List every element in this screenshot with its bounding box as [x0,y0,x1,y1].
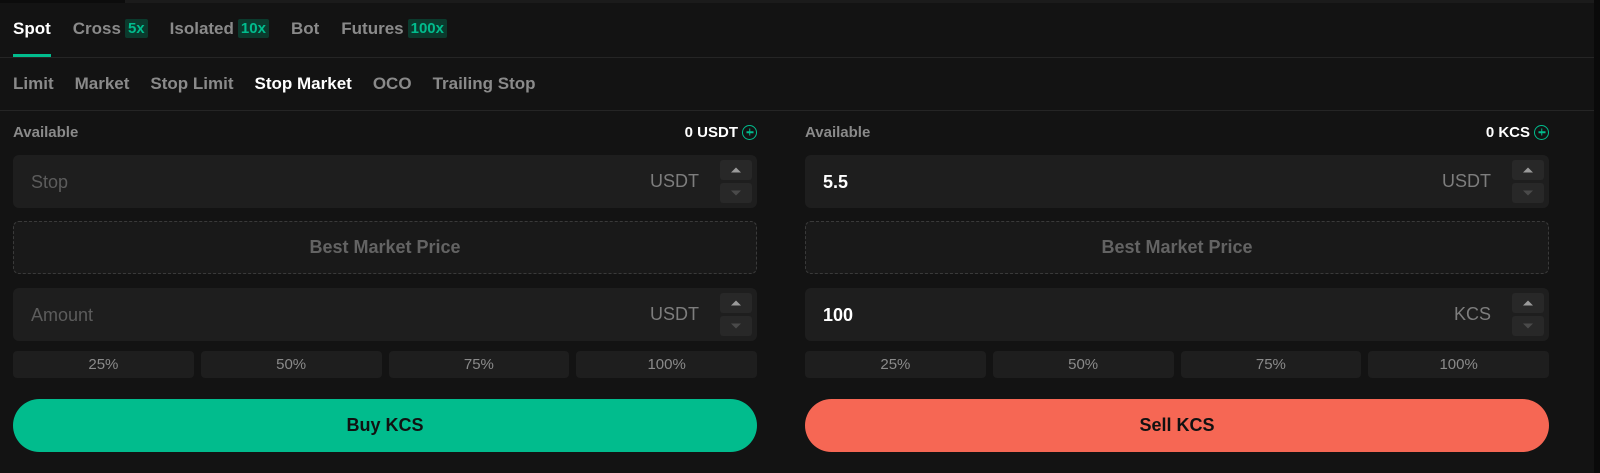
tab-cross[interactable]: Cross 5x [73,0,148,57]
amount-unit: USDT [650,304,699,324]
percent-75-button[interactable]: 75% [388,351,570,378]
amount-unit: KCS [1453,304,1491,324]
tab-label: Futures [341,18,404,38]
increment-icon[interactable] [720,160,752,180]
leverage-badge: 100x [407,19,447,38]
tab-label: Spot [13,18,51,38]
best-market-price: Best Market Price [805,221,1549,274]
available-value: 0 KCS [1485,123,1530,141]
percent-100-button[interactable]: 100% [1368,351,1549,378]
amount-stepper [720,293,752,336]
stop-unit: USDT [1442,171,1491,191]
deposit-plus-icon[interactable] [742,124,757,140]
stop-stepper [1512,160,1544,203]
percent-25-button[interactable]: 25% [805,351,986,378]
tab-label: Cross [72,18,121,38]
order-tab-market[interactable]: Market [75,74,130,94]
tab-spot[interactable]: Spot [13,0,51,57]
deposit-plus-icon[interactable] [1534,124,1549,140]
scrollbar-track[interactable] [1594,0,1600,473]
stop-unit: USDT [650,171,699,191]
increment-icon[interactable] [720,293,752,313]
available-label: Available [805,123,871,141]
order-tab-stop-market[interactable]: Stop Market [255,74,352,94]
decrement-icon[interactable] [720,316,752,336]
leverage-badge: 5x [124,19,148,38]
tab-futures[interactable]: Futures 100x [341,0,447,57]
amount-stepper [1512,293,1544,336]
buy-form: Available 0 USDT USDT Best Market Price … [13,110,757,473]
amount-input[interactable] [29,288,593,343]
available-row: Available 0 USDT [13,122,757,142]
available-balance: 0 KCS [1486,124,1549,141]
percent-75-button[interactable]: 75% [1180,351,1362,378]
percent-100-button[interactable]: 100% [576,351,757,378]
tab-label: Bot [290,18,320,38]
decrement-icon[interactable] [1512,183,1544,203]
trade-panel: Spot Cross 5x Isolated 10x Bot Futures 1… [0,0,1594,473]
tab-bot[interactable]: Bot [291,0,319,57]
stop-price-field: USDT [13,155,757,210]
amount-field: USDT [13,288,757,343]
increment-icon[interactable] [1512,160,1544,180]
amount-input[interactable] [821,288,1385,343]
percentage-buttons: 25% 50% 75% 100% [805,351,1549,378]
tab-label: Isolated [169,18,234,38]
decrement-icon[interactable] [720,183,752,203]
order-tab-limit[interactable]: Limit [13,74,54,94]
buy-button[interactable]: Buy KCS [13,399,757,452]
best-market-price: Best Market Price [13,221,757,274]
stop-stepper [720,160,752,203]
order-tab-stop-limit[interactable]: Stop Limit [150,74,233,94]
percent-50-button[interactable]: 50% [992,351,1174,378]
stop-price-field: USDT [805,155,1549,210]
amount-field: KCS [805,288,1549,343]
percentage-buttons: 25% 50% 75% 100% [13,351,757,378]
percent-50-button[interactable]: 50% [200,351,382,378]
tab-isolated[interactable]: Isolated 10x [170,0,269,57]
available-row: Available 0 KCS [805,122,1549,142]
available-label: Available [13,123,79,141]
decrement-icon[interactable] [1512,316,1544,336]
stop-price-input[interactable] [29,155,593,210]
stop-price-input[interactable] [821,155,1385,210]
increment-icon[interactable] [1512,293,1544,313]
sell-button[interactable]: Sell KCS [805,399,1549,452]
trading-mode-tabs: Spot Cross 5x Isolated 10x Bot Futures 1… [13,0,447,57]
sell-form: Available 0 KCS USDT Best Market Price K… [805,110,1549,473]
order-type-tabs: Limit Market Stop Limit Stop Market OCO … [13,58,536,110]
available-balance: 0 USDT [685,124,757,141]
order-tab-oco[interactable]: OCO [373,74,412,94]
available-value: 0 USDT [684,123,738,141]
leverage-badge: 10x [237,19,269,38]
percent-25-button[interactable]: 25% [13,351,194,378]
order-tab-trailing-stop[interactable]: Trailing Stop [433,74,536,94]
